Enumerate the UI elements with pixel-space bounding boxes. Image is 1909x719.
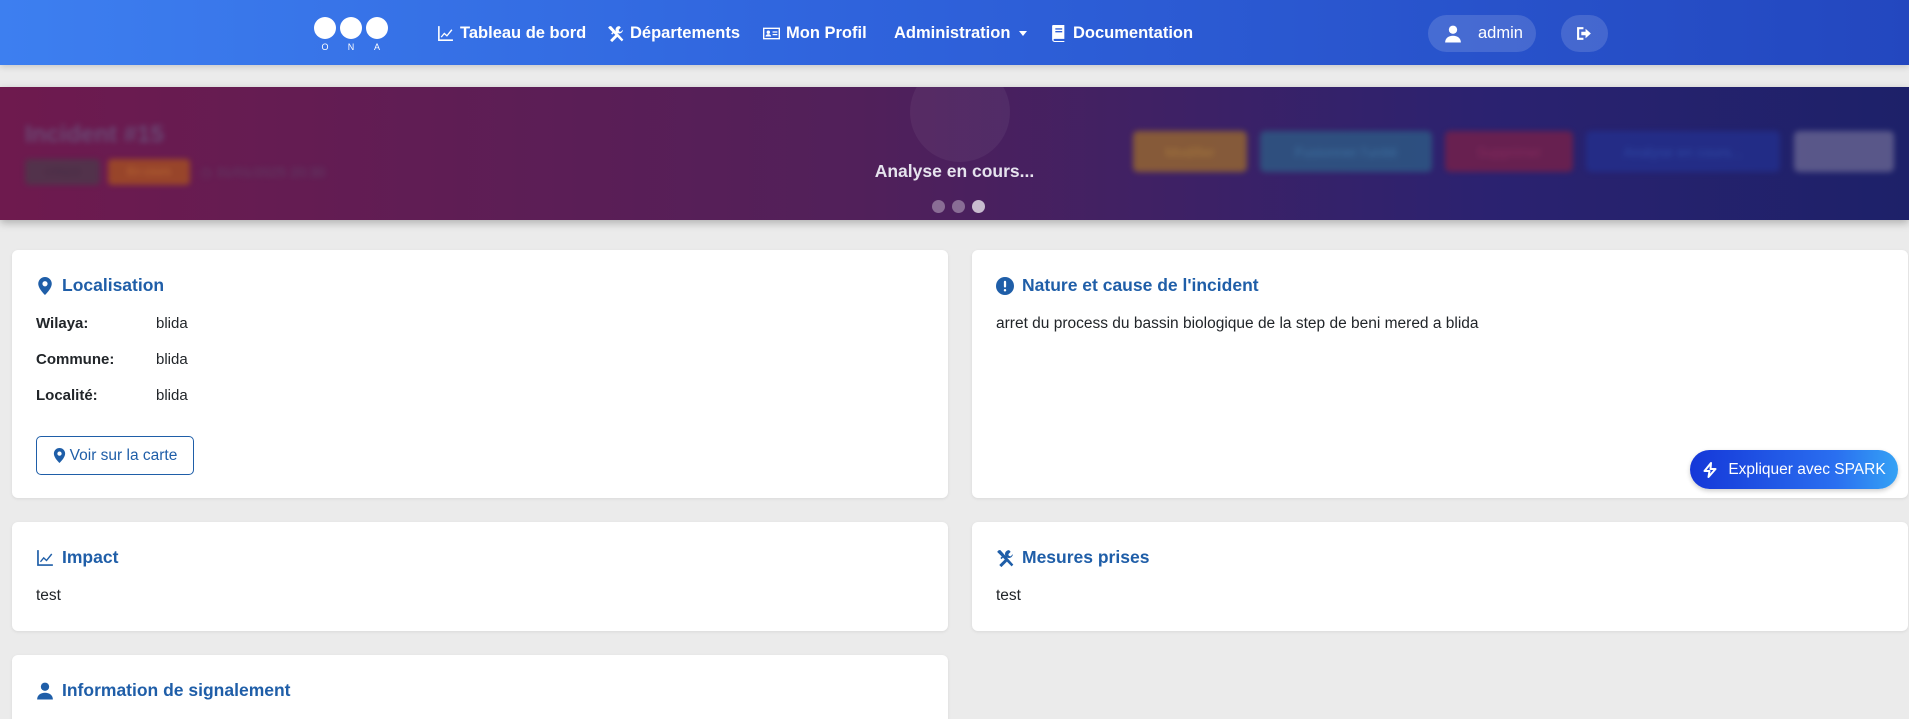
chart-line-icon bbox=[438, 25, 453, 41]
top-navbar: O N A Tableau de bord Départements Mon P… bbox=[0, 0, 1909, 65]
loading-dots bbox=[932, 200, 985, 213]
loading-dot bbox=[932, 200, 945, 213]
impact-description: test bbox=[36, 587, 61, 604]
loading-dot bbox=[952, 200, 965, 213]
nature-title-text: Nature et cause de l'incident bbox=[1022, 275, 1259, 295]
nav-label: Administration bbox=[894, 23, 1011, 42]
localisation-title-text: Localisation bbox=[62, 275, 165, 295]
logout-icon bbox=[1577, 27, 1591, 40]
signalement-title: Information de signalement bbox=[36, 680, 291, 701]
commune-label: Commune: bbox=[36, 351, 115, 368]
logout-button[interactable] bbox=[1561, 15, 1608, 52]
nav-tableau-de-bord[interactable]: Tableau de bord bbox=[437, 20, 586, 46]
chart-line-icon bbox=[37, 549, 53, 566]
commune-row: Commune: blida bbox=[36, 351, 188, 368]
localite-row: Localité: blida bbox=[36, 387, 188, 404]
user-icon bbox=[1445, 25, 1461, 42]
nav-label: Départements bbox=[630, 23, 741, 42]
logo-letter-o: O bbox=[321, 42, 328, 52]
mesures-title: Mesures prises bbox=[996, 547, 1149, 568]
user-icon bbox=[37, 682, 53, 699]
book-icon bbox=[1052, 24, 1065, 42]
explain-with-spark-button[interactable]: Expliquer avec SPARK bbox=[1690, 450, 1898, 489]
localite-label: Localité: bbox=[36, 387, 98, 404]
wilaya-label: Wilaya: bbox=[36, 315, 89, 332]
impact-card: Impact test bbox=[12, 522, 948, 631]
nav-documentation[interactable]: Documentation bbox=[1050, 20, 1193, 46]
user-menu[interactable]: admin bbox=[1428, 15, 1536, 52]
wilaya-value: blida bbox=[156, 315, 188, 332]
id-card-icon bbox=[763, 27, 780, 39]
analysis-overlay-text: Analyse en cours... bbox=[874, 161, 1035, 181]
localisation-card: Localisation Wilaya: blida Commune: blid… bbox=[12, 250, 948, 498]
user-name: admin bbox=[1478, 24, 1523, 42]
exclamation-circle-icon bbox=[996, 276, 1014, 295]
view-on-map-label: Voir sur la carte bbox=[69, 446, 178, 464]
logo-letter-n: N bbox=[348, 42, 355, 52]
localisation-title: Localisation bbox=[36, 275, 164, 296]
signalement-title-text: Information de signalement bbox=[62, 680, 291, 700]
map-marker-icon bbox=[38, 276, 52, 295]
mesures-title-text: Mesures prises bbox=[1022, 547, 1150, 567]
localite-value: blida bbox=[156, 387, 188, 404]
incident-title: Incident #15 bbox=[25, 121, 164, 148]
nature-description: arret du process du bassin biologique de… bbox=[996, 315, 1479, 332]
signalement-card: Information de signalement bbox=[12, 655, 948, 719]
logo-letter-a: A bbox=[374, 42, 380, 52]
nav-label: Mon Profil bbox=[786, 23, 867, 42]
incident-header-banner: Incident #15 critique En cours ◷ 31/01/2… bbox=[0, 87, 1909, 220]
caret-down-icon bbox=[1019, 30, 1028, 36]
loading-dot-active bbox=[972, 200, 985, 213]
nav-mon-profil[interactable]: Mon Profil bbox=[763, 20, 867, 46]
mesures-card: Mesures prises test bbox=[972, 522, 1908, 631]
tools-icon bbox=[608, 25, 624, 42]
nature-title: Nature et cause de l'incident bbox=[996, 275, 1259, 296]
nav-label: Tableau de bord bbox=[460, 23, 587, 42]
nav-label: Documentation bbox=[1073, 23, 1194, 42]
impact-title-text: Impact bbox=[62, 547, 119, 567]
mesures-description: test bbox=[996, 587, 1021, 604]
nav-departements[interactable]: Départements bbox=[607, 20, 740, 46]
ona-logo[interactable]: O N A bbox=[312, 14, 390, 52]
lightning-icon bbox=[1703, 461, 1717, 478]
commune-value: blida bbox=[156, 351, 188, 368]
view-on-map-button[interactable]: Voir sur la carte bbox=[36, 436, 194, 475]
spark-label: Expliquer avec SPARK bbox=[1728, 460, 1886, 478]
impact-title: Impact bbox=[36, 547, 118, 568]
wilaya-row: Wilaya: blida bbox=[36, 315, 188, 332]
nav-administration-dropdown[interactable]: Administration bbox=[894, 20, 1028, 46]
map-marker-icon bbox=[53, 448, 65, 463]
tools-icon bbox=[997, 549, 1014, 567]
